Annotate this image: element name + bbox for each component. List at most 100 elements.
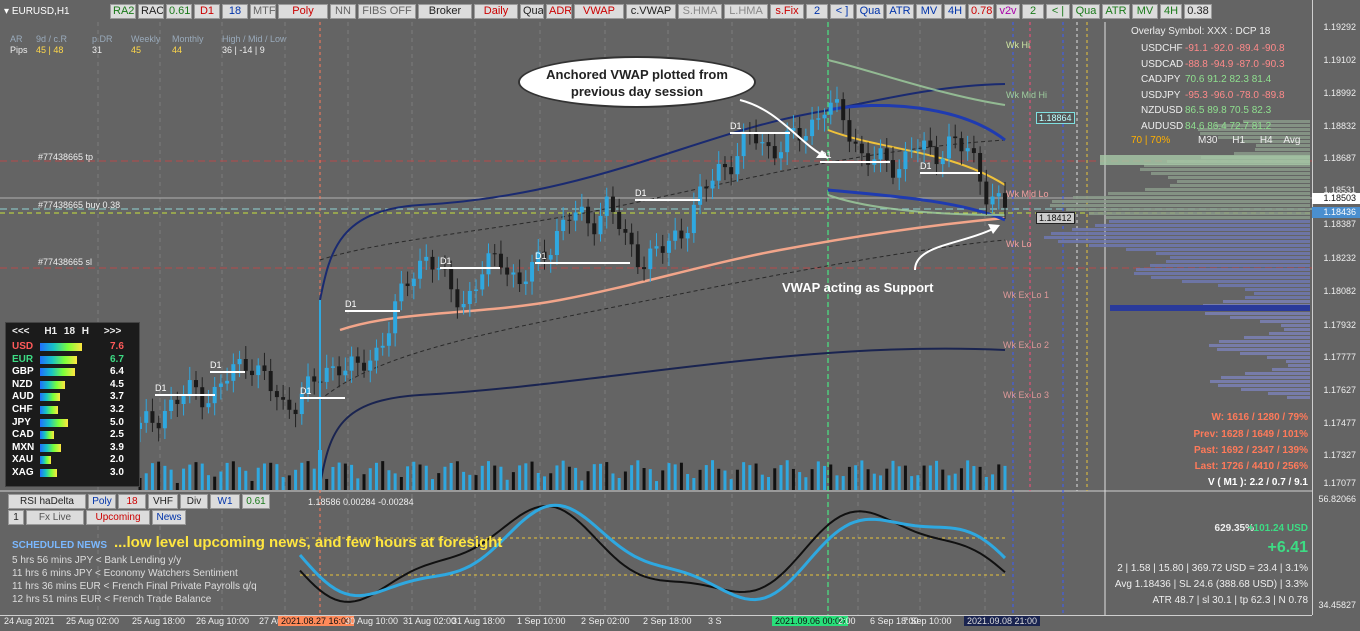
volume-bar bbox=[524, 463, 528, 490]
volume-bar bbox=[443, 466, 447, 490]
time-tick: 3 S bbox=[708, 616, 722, 626]
candle-body bbox=[903, 151, 908, 170]
volume-bar bbox=[636, 460, 640, 490]
volume-bar bbox=[760, 474, 764, 490]
d1-label: D1 bbox=[635, 188, 647, 198]
volume-profile-bar bbox=[1051, 232, 1310, 235]
volume-bar bbox=[711, 460, 715, 490]
volume-profile-bar bbox=[1230, 316, 1310, 319]
candle-body bbox=[772, 146, 777, 159]
volume-profile-bar bbox=[1072, 228, 1310, 231]
oscillator-line bbox=[299, 504, 1006, 603]
overlay-sym-audusd: AUDUSD bbox=[1141, 120, 1184, 132]
volume-bar bbox=[617, 477, 621, 490]
sub-tab-0[interactable]: 1 bbox=[8, 510, 24, 525]
volume-bar bbox=[219, 471, 223, 490]
volume-bar bbox=[897, 466, 901, 490]
volume-bar bbox=[362, 474, 366, 490]
candle-body bbox=[162, 411, 167, 429]
strength-next-button[interactable]: >>> bbox=[104, 326, 122, 337]
volume-bar bbox=[561, 460, 565, 490]
volume-bar bbox=[847, 466, 851, 490]
volume-bar bbox=[306, 461, 310, 490]
volume-bar bbox=[972, 466, 976, 490]
sub-tab-1[interactable]: Fx Live bbox=[26, 510, 84, 525]
volume-bar bbox=[997, 464, 1001, 490]
price-tick: 1.18832 bbox=[1323, 121, 1356, 131]
volume-profile-bar bbox=[1218, 384, 1310, 387]
volume-bar bbox=[580, 480, 584, 490]
overlay-vals-usdjpy: -95.3 -96.0 -78.0 -89.8 bbox=[1185, 89, 1285, 101]
sub-toolbar-button-3[interactable]: VHF bbox=[148, 494, 178, 509]
volume-profile-bar bbox=[1288, 364, 1310, 367]
volume-bar bbox=[499, 466, 503, 490]
sub-toolbar-button-6[interactable]: 0.61 bbox=[242, 494, 270, 509]
sub-toolbar-button-1[interactable]: Poly bbox=[88, 494, 116, 509]
volume-bar bbox=[287, 475, 291, 490]
candle-body bbox=[915, 149, 920, 151]
sub-toolbar-button-4[interactable]: Div bbox=[180, 494, 208, 509]
volume-bar bbox=[910, 476, 914, 490]
volume-bar bbox=[984, 476, 988, 490]
volume-bar bbox=[661, 470, 665, 490]
volume-profile-bar bbox=[1150, 264, 1310, 267]
candle-body bbox=[623, 229, 628, 233]
sub-toolbar-button-2[interactable]: 18 bbox=[118, 494, 146, 509]
candle-body bbox=[629, 232, 634, 245]
news-item-4: 12 hrs 51 mins EUR < French Trade Balanc… bbox=[12, 594, 212, 605]
time-tick: 31 Aug 02:00 bbox=[403, 616, 457, 626]
anchored-vwap-upper bbox=[827, 103, 1006, 142]
strength-prev-button[interactable]: <<< bbox=[12, 326, 30, 337]
volume-bar bbox=[343, 463, 347, 490]
volume-bar bbox=[530, 461, 534, 490]
volume-bar bbox=[157, 461, 161, 490]
candle-body bbox=[996, 193, 1001, 197]
news-item-3: 11 hrs 36 mins EUR < French Final Privat… bbox=[12, 581, 257, 592]
volume-bar bbox=[281, 477, 285, 490]
time-tick: 2021.09.06 00:00 bbox=[772, 616, 849, 626]
level-label-wk-hi: Wk Hi bbox=[1006, 40, 1030, 50]
volume-profile-bar bbox=[1136, 268, 1310, 271]
volume-bar bbox=[823, 465, 827, 490]
overlay-col-h1: H1 bbox=[1232, 135, 1246, 146]
candle-body bbox=[573, 212, 578, 221]
candle-body bbox=[274, 391, 279, 398]
time-tick: 2:00 bbox=[838, 616, 856, 626]
callout-arrow-vwap-support bbox=[914, 227, 996, 271]
volume-bar bbox=[387, 470, 391, 490]
volume-bar bbox=[474, 475, 478, 490]
candle-body bbox=[884, 148, 889, 161]
candle-body bbox=[262, 365, 267, 371]
volume-bar bbox=[200, 463, 204, 490]
oscillator-line bbox=[298, 503, 1007, 602]
volume-bar bbox=[922, 465, 926, 490]
candle-body bbox=[362, 362, 367, 371]
sub-tab-2[interactable]: Upcoming bbox=[86, 510, 150, 525]
volume-bar bbox=[1003, 465, 1007, 490]
volume-bar bbox=[536, 472, 540, 490]
volume-profile-bar bbox=[1254, 292, 1310, 295]
vertical-grid bbox=[97, 22, 986, 615]
candle-body bbox=[467, 290, 472, 305]
sub-toolbar-button-5[interactable]: W1 bbox=[210, 494, 240, 509]
candle-body bbox=[604, 196, 609, 216]
price-tick: 1.17627 bbox=[1323, 385, 1356, 395]
candle-body bbox=[405, 283, 410, 287]
sub-axis-bottom: 34.45827 bbox=[1318, 600, 1356, 610]
sub-tab-3[interactable]: News bbox=[152, 510, 186, 525]
volume-profile-bar bbox=[1182, 280, 1310, 283]
volume-profile-bar bbox=[1151, 172, 1310, 175]
candle-body bbox=[386, 333, 391, 346]
volume-bar bbox=[648, 469, 652, 490]
volume-bar bbox=[430, 479, 434, 490]
candle-body bbox=[293, 409, 298, 415]
price-axis[interactable]: 1.19292 1.19102 1.18992 1.18832 1.18687 1.185… bbox=[1312, 0, 1360, 615]
sub-toolbar-button-0[interactable]: RSI haDelta bbox=[8, 494, 86, 509]
price-tick: 1.19102 bbox=[1323, 55, 1356, 65]
volume-bar bbox=[350, 464, 354, 490]
volume-bar bbox=[169, 469, 173, 490]
strength-bar-mxn bbox=[40, 443, 61, 452]
candle-body bbox=[281, 397, 286, 400]
volume-bar bbox=[704, 465, 708, 490]
strength-val-chf: 3.2 bbox=[110, 404, 124, 415]
